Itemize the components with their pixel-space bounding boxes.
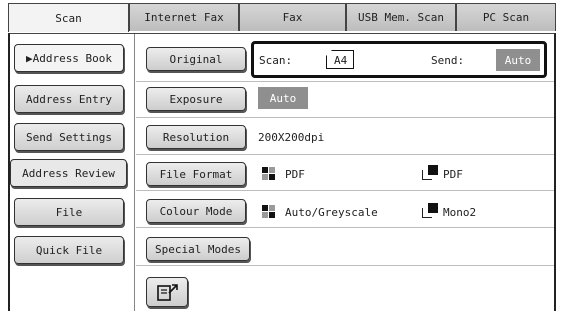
file-format-color-value: PDF (285, 168, 305, 181)
tab-pc-scan[interactable]: PC Scan (456, 3, 556, 31)
special-modes-button[interactable]: Special Modes (146, 237, 250, 261)
tab-internet-fax[interactable]: Internet Fax (129, 3, 239, 31)
sidebar-item-address-review[interactable]: Address Review (10, 159, 127, 187)
file-format-button[interactable]: File Format (146, 162, 246, 186)
send-auto-badge: Auto (496, 49, 540, 71)
tab-usb-mem-scan[interactable]: USB Mem. Scan (346, 3, 456, 31)
preview-button[interactable] (146, 277, 188, 307)
row-divider (136, 117, 554, 118)
send-label: Send: (431, 54, 465, 67)
color-mode-icon (262, 167, 276, 181)
exposure-auto-badge: Auto (258, 87, 308, 109)
colour-mode-button[interactable]: Colour Mode (146, 199, 246, 223)
file-format-mono-value: PDF (443, 168, 463, 181)
original-button[interactable]: Original (146, 47, 246, 71)
exposure-button[interactable]: Exposure (146, 87, 246, 111)
scan-size-value: A4 (334, 54, 348, 67)
resolution-value: 200X200dpi (258, 131, 325, 144)
sidebar-divider (134, 34, 135, 311)
row-divider (136, 81, 554, 82)
resolution-button[interactable]: Resolution (146, 125, 246, 149)
mono-mode-icon (422, 165, 438, 181)
sidebar-item-file[interactable]: File (14, 198, 124, 226)
sidebar-item-send-settings[interactable]: Send Settings (14, 123, 124, 151)
colour-mode-color-value: Auto/Greyscale (285, 206, 378, 219)
mono-mode-icon (422, 203, 438, 219)
row-divider (136, 265, 554, 266)
sidebar-item-quick-file[interactable]: Quick File (14, 236, 124, 264)
sidebar-item-address-book[interactable]: ▶Address Book (14, 44, 124, 72)
row-divider (136, 190, 554, 191)
paper-corner-icon (326, 50, 332, 56)
tab-scan[interactable]: Scan (8, 3, 129, 32)
tab-fax[interactable]: Fax (239, 3, 346, 31)
preview-icon (157, 284, 178, 301)
sidebar-item-address-entry[interactable]: Address Entry (14, 85, 124, 113)
colour-mode-mono-value: Mono2 (443, 206, 477, 219)
row-divider (136, 227, 554, 228)
scan-label: Scan: (259, 54, 293, 67)
row-divider (136, 154, 554, 155)
color-mode-icon (262, 205, 276, 219)
